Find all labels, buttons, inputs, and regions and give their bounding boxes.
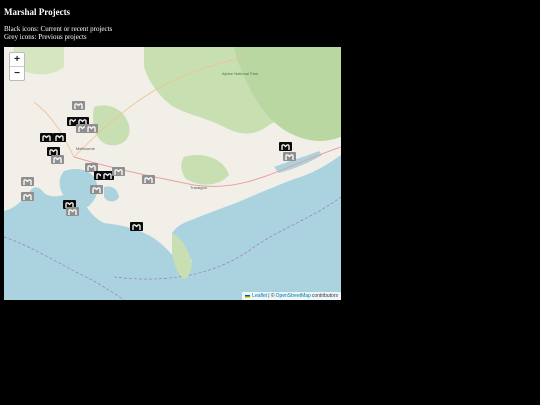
marshal-m-icon [285, 153, 294, 160]
marshal-m-icon [74, 102, 83, 109]
ukraine-flag-icon [245, 294, 251, 298]
zoom-in-button[interactable]: + [10, 53, 24, 66]
previous-project-marker[interactable] [66, 207, 79, 216]
map-base-layer [4, 47, 341, 300]
page-title: Marshal Projects [4, 7, 71, 17]
map[interactable]: Melbourne Traralgon Alpine National Park… [4, 47, 341, 300]
marshal-m-icon [132, 223, 141, 230]
marshal-m-icon [87, 125, 96, 132]
marshal-m-icon [144, 176, 153, 183]
zoom-control: + − [9, 52, 25, 81]
previous-project-marker[interactable] [51, 155, 64, 164]
marshal-m-icon [42, 134, 51, 141]
marshal-m-icon [92, 186, 101, 193]
place-label-alpine-park: Alpine National Park [222, 71, 259, 76]
current-project-marker[interactable] [130, 222, 143, 231]
zoom-out-button[interactable]: − [10, 66, 24, 80]
previous-project-marker[interactable] [21, 177, 34, 186]
marshal-m-icon [23, 193, 32, 200]
previous-project-marker[interactable] [112, 167, 125, 176]
osm-link[interactable]: OpenStreetMap [276, 292, 311, 300]
current-project-marker[interactable] [40, 133, 53, 142]
marshal-m-icon [114, 168, 123, 175]
previous-project-marker[interactable] [85, 124, 98, 133]
marshal-m-icon [103, 172, 112, 179]
place-label-melbourne: Melbourne [76, 146, 95, 151]
previous-project-marker[interactable] [90, 185, 103, 194]
marshal-m-icon [53, 156, 62, 163]
previous-project-marker[interactable] [72, 101, 85, 110]
marshal-m-icon [55, 134, 64, 141]
marshal-m-icon [87, 164, 96, 171]
marshal-m-icon [49, 148, 58, 155]
current-project-marker[interactable] [53, 133, 66, 142]
previous-project-marker[interactable] [283, 152, 296, 161]
attribution-suffix: contributors [311, 293, 338, 299]
marshal-m-icon [23, 178, 32, 185]
marshal-m-icon [68, 208, 77, 215]
current-project-marker[interactable] [279, 142, 292, 151]
attribution-separator: | © [268, 293, 275, 299]
previous-project-marker[interactable] [142, 175, 155, 184]
map-attribution: Leaflet | © OpenStreetMap contributors [242, 292, 341, 300]
previous-project-marker[interactable] [21, 192, 34, 201]
legend-previous: Grey icons: Previous projects [4, 33, 87, 41]
marshal-m-icon [281, 143, 290, 150]
place-label-traralgon: Traralgon [190, 185, 207, 190]
legend-current: Black icons: Current or recent projects [4, 25, 113, 33]
leaflet-link[interactable]: Leaflet [252, 292, 267, 300]
